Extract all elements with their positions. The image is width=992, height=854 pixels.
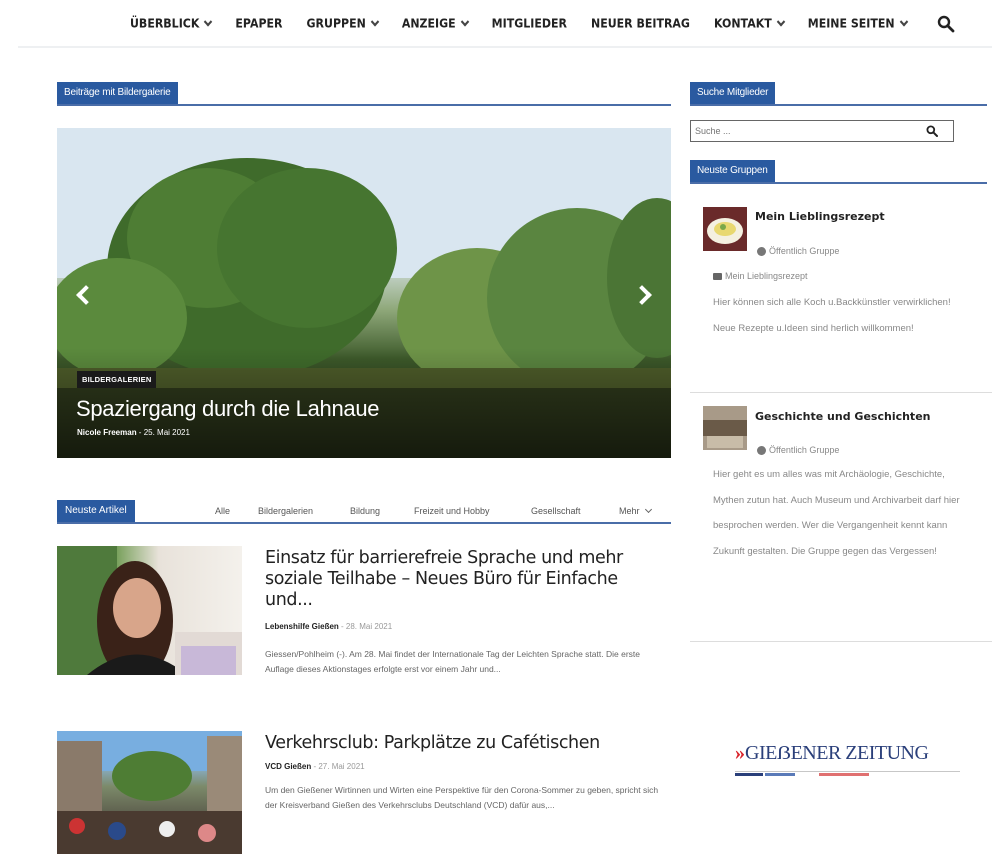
nav-label: KONTAKT: [713, 15, 772, 31]
logo-text: GIEẞENER ZEITUNG: [745, 742, 929, 764]
article-excerpt: Um den Gießener Wirtinnen und Wirten ein…: [265, 785, 659, 810]
group-folder: Mein Lieblingsrezept: [713, 271, 808, 281]
nav-label: ANZEIGE: [401, 15, 456, 31]
group-visibility: Öffentlich Gruppe: [757, 246, 839, 256]
nav-label: NEUER BEITRAG: [590, 15, 690, 31]
main-menu: ÜBERBLICK EPAPER GRUPPEN ANZEIGE MITGLIE…: [130, 15, 931, 31]
search-icon[interactable]: [937, 15, 955, 33]
article-title[interactable]: Verkehrsclub: Parkplätze zu Cafétischen: [265, 733, 655, 754]
group-image: [703, 207, 747, 251]
chevron-down-icon: [370, 16, 380, 26]
group-description: Hier geht es um alles was mit Archäologi…: [713, 469, 960, 557]
members-section-title: Suche Mitglieder: [690, 82, 987, 106]
tab-mehr[interactable]: Mehr: [619, 505, 652, 516]
group-title[interactable]: Geschichte und Geschichten: [755, 410, 930, 423]
nav-item-neuer-beitrag[interactable]: NEUER BEITRAG: [591, 16, 690, 30]
group-avatar[interactable]: [703, 207, 747, 251]
article-excerpt: Giessen/Pohlheim (-). Am 28. Mai findet …: [265, 649, 640, 674]
logo-underline: [735, 771, 960, 776]
section-label: Suche Mitglieder: [690, 82, 776, 104]
chevron-down-icon: [204, 16, 213, 26]
chevron-down-icon: [460, 16, 469, 26]
article-date: 28. Mai 2021: [345, 622, 393, 631]
slide-title[interactable]: Spaziergang durch die Lahnaue: [76, 396, 380, 422]
group-description: Hier können sich alle Koch u.Backkünstle…: [713, 297, 951, 334]
article-image: [57, 546, 242, 675]
article-date: 27. Mai 2021: [318, 762, 365, 771]
chevron-down-icon: [776, 16, 785, 26]
tab-alle[interactable]: Alle: [215, 506, 230, 516]
article-meta: VCD Gießen - 27. Mai 2021: [265, 762, 365, 771]
tab-gesellschaft[interactable]: Gesellschaft: [531, 506, 581, 516]
group-image: [703, 406, 747, 450]
gallery-section-title: Beiträge mit Bildergalerie: [57, 82, 671, 106]
nav-label: ÜBERBLICK: [130, 15, 200, 31]
article-meta: Lebenshilfe Gießen - 28. Mai 2021: [265, 622, 393, 631]
articles-tabbar: Neuste Artikel Alle Bildergalerien Bildu…: [57, 498, 671, 524]
nav-item-kontakt[interactable]: KONTAKT: [713, 15, 785, 31]
group-title[interactable]: Mein Lieblingsrezept: [755, 210, 885, 223]
divider: [690, 641, 992, 642]
slide-date: 25. Mai 2021: [143, 428, 190, 437]
nav-item-anzeige[interactable]: ANZEIGE: [401, 15, 469, 31]
group-visibility-label: Öffentlich Gruppe: [769, 246, 840, 256]
member-search-box: [690, 120, 954, 142]
nav-label: MEINE SEITEN: [807, 15, 895, 31]
logo-mark: »: [735, 742, 745, 764]
nav-item-epaper[interactable]: EPAPER: [235, 16, 282, 30]
tab-freizeit-und-hobby[interactable]: Freizeit und Hobby: [414, 506, 490, 516]
nav-label: EPAPER: [235, 15, 283, 31]
nav-item-ueberblick[interactable]: ÜBERBLICK: [130, 15, 213, 31]
gallery-slider[interactable]: BILDERGALERIEN Spaziergang durch die Lah…: [57, 128, 671, 458]
globe-icon: [757, 445, 766, 455]
groups-section-title: Neuste Gruppen: [690, 160, 987, 184]
article-author[interactable]: VCD Gießen: [265, 762, 311, 771]
article-title[interactable]: Einsatz für barrierefreie Sprache und me…: [265, 548, 655, 611]
section-label: Neuste Gruppen: [690, 160, 775, 182]
nav-label: MITGLIEDER: [491, 15, 567, 31]
member-search-input[interactable]: [691, 121, 911, 141]
slide-category-badge[interactable]: BILDERGALERIEN: [77, 371, 157, 388]
nav-item-meine-seiten[interactable]: MEINE SEITEN: [807, 15, 908, 31]
chevron-down-icon: [899, 16, 908, 26]
tab-bildergalerien[interactable]: Bildergalerien: [258, 506, 313, 516]
tab-bildung[interactable]: Bildung: [350, 506, 380, 516]
section-label: Beiträge mit Bildergalerie: [57, 82, 178, 104]
tab-mehr-label: Mehr: [619, 506, 640, 516]
top-navigation: ÜBERBLICK EPAPER GRUPPEN ANZEIGE MITGLIE…: [18, 0, 992, 48]
article-image: [57, 731, 242, 854]
nav-label: GRUPPEN: [306, 15, 366, 31]
group-visibility-label: Öffentlich Gruppe: [769, 445, 840, 455]
slide-meta: Nicole Freeman - 25. Mai 2021: [77, 428, 190, 437]
nav-item-mitglieder[interactable]: MITGLIEDER: [492, 16, 567, 30]
group-folder-label: Mein Lieblingsrezept: [725, 271, 808, 281]
search-icon[interactable]: [926, 125, 938, 137]
group-visibility: Öffentlich Gruppe: [757, 445, 839, 455]
article-thumbnail[interactable]: [57, 546, 242, 675]
article-thumbnail[interactable]: [57, 731, 242, 854]
folder-icon: [713, 272, 722, 280]
globe-icon: [757, 246, 766, 256]
article-author[interactable]: Lebenshilfe Gießen: [265, 622, 339, 631]
slide-author[interactable]: Nicole Freeman: [77, 428, 137, 437]
nav-item-gruppen[interactable]: GRUPPEN: [306, 15, 380, 31]
section-label: Neuste Artikel: [57, 500, 135, 522]
chevron-down-icon: [644, 505, 652, 514]
divider: [690, 392, 992, 393]
giessener-zeitung-logo[interactable]: »GIEẞENER ZEITUNG: [735, 742, 960, 778]
group-avatar[interactable]: [703, 406, 747, 450]
